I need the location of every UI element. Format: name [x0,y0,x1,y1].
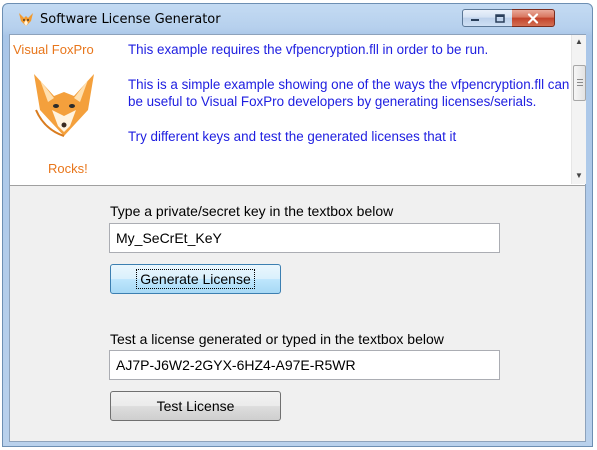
info-panel: Visual FoxPro Rocks! This example requir… [10,35,586,186]
minimize-icon [471,19,479,21]
maximize-icon [494,13,505,23]
title-bar[interactable]: Software License Generator [3,4,592,35]
info-paragraph: This example requires the vfpencryption.… [128,42,489,57]
maximize-button[interactable] [487,9,513,27]
brand-label: Visual FoxPro [13,42,94,57]
app-window: Software License Generator Visual FoxPro [2,3,593,447]
scroll-up-icon[interactable]: ▲ [573,35,585,49]
scroll-down-icon[interactable]: ▼ [573,169,585,183]
brand-tagline: Rocks! [48,161,88,176]
key-label: Type a private/secret key in the textbox… [110,203,394,219]
fox-icon [19,13,33,26]
info-paragraph: Try different keys and test the generate… [128,129,457,144]
test-license-label: Test License [156,398,235,414]
fox-logo-icon [34,74,94,137]
secret-key-input[interactable] [109,223,500,253]
minimize-button[interactable] [462,9,488,27]
generate-license-label: Generate License [136,269,255,289]
window-title: Software License Generator [40,12,221,27]
license-label: Test a license generated or typed in the… [110,331,444,347]
scroll-thumb[interactable] [573,65,586,101]
close-button[interactable] [512,9,555,27]
info-text-box[interactable]: This example requires the vfpencryption.… [128,38,571,184]
info-paragraph: This is a simple example showing one of … [128,77,570,109]
form-client-area: Visual FoxPro Rocks! This example requir… [9,34,586,442]
license-input[interactable] [109,350,500,380]
close-icon [527,12,539,24]
test-license-button[interactable]: Test License [110,391,281,421]
info-scrollbar[interactable]: ▲ ▼ [571,35,586,184]
generate-license-button[interactable]: Generate License [110,264,281,294]
